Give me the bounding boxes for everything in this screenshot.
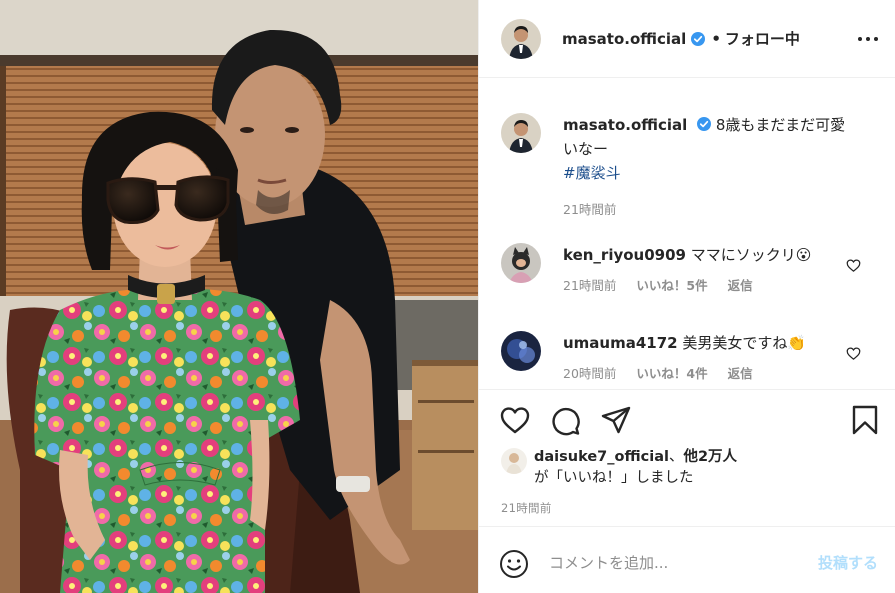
- comment-likes-count[interactable]: いいね！4件: [636, 366, 707, 381]
- post-timestamp[interactable]: 21時間前: [501, 500, 552, 516]
- caption-username[interactable]: masato.official: [563, 116, 687, 134]
- share-icon[interactable]: [600, 404, 632, 436]
- comment-icon[interactable]: [549, 404, 581, 436]
- liked-by-connector: 、: [668, 449, 684, 465]
- commenter-avatar[interactable]: [501, 331, 541, 371]
- post-comment-button[interactable]: 投稿する: [818, 552, 878, 573]
- post-side-panel: masato.official • フォロー中 masato.official …: [478, 0, 895, 593]
- comment-time[interactable]: 20時間前: [563, 366, 616, 381]
- caption-verified-badge-icon: [697, 117, 712, 131]
- comment-likes-count[interactable]: いいね！5件: [636, 278, 707, 293]
- commenter-avatar[interactable]: [501, 243, 541, 283]
- add-comment-bar: 投稿する: [479, 526, 895, 593]
- author-avatar[interactable]: [501, 18, 541, 59]
- caption-time[interactable]: 21時間前: [563, 202, 616, 217]
- header-separator: •: [711, 29, 721, 48]
- emoji-icon[interactable]: [499, 549, 529, 579]
- liked-by-username[interactable]: daisuke7_official: [534, 449, 669, 465]
- comment-like-heart-icon[interactable]: [846, 258, 861, 273]
- comment-reply-button[interactable]: 返信: [728, 278, 753, 293]
- more-options-icon[interactable]: [858, 30, 878, 48]
- caption-hashtag-link[interactable]: #魔裟斗: [563, 161, 863, 185]
- comment-like-heart-icon[interactable]: [846, 346, 861, 361]
- post-photo[interactable]: [0, 0, 478, 593]
- comment-time[interactable]: 21時間前: [563, 278, 616, 293]
- post-actions-section: daisuke7_official、他2万人 が「いいね！」しました 21時間前: [479, 389, 895, 524]
- caption-text-line1: 8歳もまだまだ可愛: [715, 116, 846, 134]
- bookmark-icon[interactable]: [849, 404, 881, 436]
- comment-reply-button[interactable]: 返信: [728, 366, 753, 381]
- post-header: masato.official • フォロー中: [479, 0, 895, 78]
- comment-text: ママにソックリ😮: [690, 246, 812, 264]
- comment-username[interactable]: umauma4172: [563, 334, 678, 352]
- liker-avatar[interactable]: [501, 448, 527, 474]
- likes-others-count[interactable]: 他2万人: [683, 449, 737, 465]
- comments-list[interactable]: masato.official 8歳もまだまだ可愛 いなー #魔裟斗 21時間前: [479, 79, 895, 384]
- comment-username[interactable]: ken_riyou0909: [563, 246, 686, 264]
- comment-text: 美男美女ですね👏: [682, 334, 807, 352]
- comment-input[interactable]: [549, 551, 789, 575]
- liked-by-suffix: が「いいね！」しました: [534, 470, 694, 486]
- follow-status-button[interactable]: フォロー中: [725, 28, 800, 49]
- caption-text-line2: いなー: [563, 140, 609, 158]
- caption-author-avatar[interactable]: [501, 113, 541, 153]
- heart-icon[interactable]: [499, 404, 531, 436]
- author-username[interactable]: masato.official: [562, 30, 686, 48]
- verified-badge-icon: [691, 31, 706, 46]
